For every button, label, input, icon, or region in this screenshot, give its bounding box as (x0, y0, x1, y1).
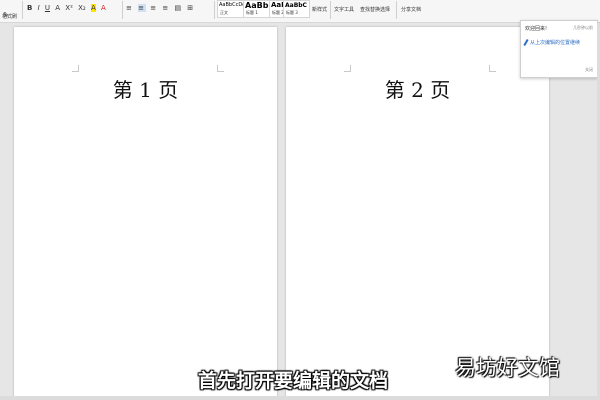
document-page-2[interactable]: 第 2 页 (286, 27, 549, 400)
subscript-button[interactable]: X₂ (78, 4, 86, 12)
video-subtitle: 首先打开要编辑的文档 (198, 370, 389, 392)
margin-corner-mark (489, 65, 496, 72)
style-preview: AaBbCcDd (219, 2, 244, 8)
new-style-label: 新样式 (312, 7, 328, 13)
style-heading-1[interactable]: AaBb 标题 1 (243, 0, 270, 18)
style-heading-3[interactable]: AaBbC 标题 3 (283, 0, 310, 18)
find-replace-button[interactable]: 查找替换 (360, 6, 380, 13)
select-label: 选择 (380, 7, 391, 13)
border-button[interactable]: ⊞ (187, 4, 195, 12)
shading-button[interactable]: ▤ (174, 4, 183, 12)
italic-button[interactable]: I (38, 4, 40, 12)
bold-button[interactable]: B (27, 4, 32, 12)
font-color-button[interactable]: A (101, 4, 106, 12)
margin-corner-mark (72, 65, 79, 72)
pen-icon (523, 38, 529, 47)
welcome-back-panel: 欢迎回来! 几秒钟以前 从上次编辑的位置继续 关闭 (520, 20, 598, 78)
document-page-1[interactable]: 第 1 页 (14, 27, 277, 400)
margin-corner-mark (217, 65, 224, 72)
style-name: 正文 (220, 10, 228, 15)
text-tools-label: 文字工具 (334, 7, 355, 13)
style-name: 标题 1 (246, 10, 258, 15)
format-painter-label: 格式刷 (2, 14, 18, 20)
style-preview: AaBbC (285, 2, 307, 9)
style-preview: AaBb (245, 1, 269, 10)
share-doc-button[interactable]: 分享文档 (401, 6, 421, 13)
divider (122, 1, 123, 19)
font-tools-group: B I U A X² X₂ A A (27, 4, 106, 12)
align-left-button[interactable]: ≡ (126, 4, 134, 12)
resume-editing-label: 从上次编辑的位置继续 (530, 40, 581, 46)
text-tools-button[interactable]: 文字工具 (334, 6, 354, 13)
ribbon-toolbar: ✎ 格式刷 B I U A X² X₂ A A ≡ ≡ ≡ ≡ ▤ ⊞ AaBb… (0, 0, 600, 23)
new-style-button[interactable]: 新样式 (312, 6, 327, 13)
welcome-title: 欢迎回来! (525, 26, 548, 32)
divider (330, 1, 331, 19)
close-panel-button[interactable]: 关闭 (585, 67, 593, 73)
style-normal[interactable]: AaBbCcDd 正文 (217, 0, 244, 18)
find-replace-label: 查找替换 (360, 7, 381, 13)
divider (396, 1, 397, 19)
underline-button[interactable]: U (45, 4, 50, 12)
welcome-time-hint: 几秒钟以前 (573, 25, 593, 30)
watermark-logo: 易坊好文馆 (455, 356, 560, 380)
divider (22, 1, 23, 19)
highlight-button[interactable]: A (90, 4, 96, 12)
page-heading: 第 2 页 (384, 78, 451, 102)
select-button[interactable]: 选择 (380, 6, 390, 13)
divider (214, 1, 215, 19)
superscript-button[interactable]: X² (65, 4, 73, 12)
align-right-button[interactable]: ≡ (150, 4, 158, 12)
share-doc-label: 分享文档 (401, 7, 422, 13)
status-bar (0, 396, 600, 400)
strikethrough-button[interactable]: A (55, 4, 60, 12)
resume-editing-link[interactable]: 从上次编辑的位置继续 (523, 38, 581, 47)
style-name: 标题 3 (286, 10, 298, 15)
align-center-button[interactable]: ≡ (138, 4, 146, 12)
page-heading: 第 1 页 (112, 78, 179, 102)
margin-corner-mark (344, 65, 351, 72)
justify-button[interactable]: ≡ (162, 4, 170, 12)
paragraph-tools-group: ≡ ≡ ≡ ≡ ▤ ⊞ (126, 4, 195, 12)
